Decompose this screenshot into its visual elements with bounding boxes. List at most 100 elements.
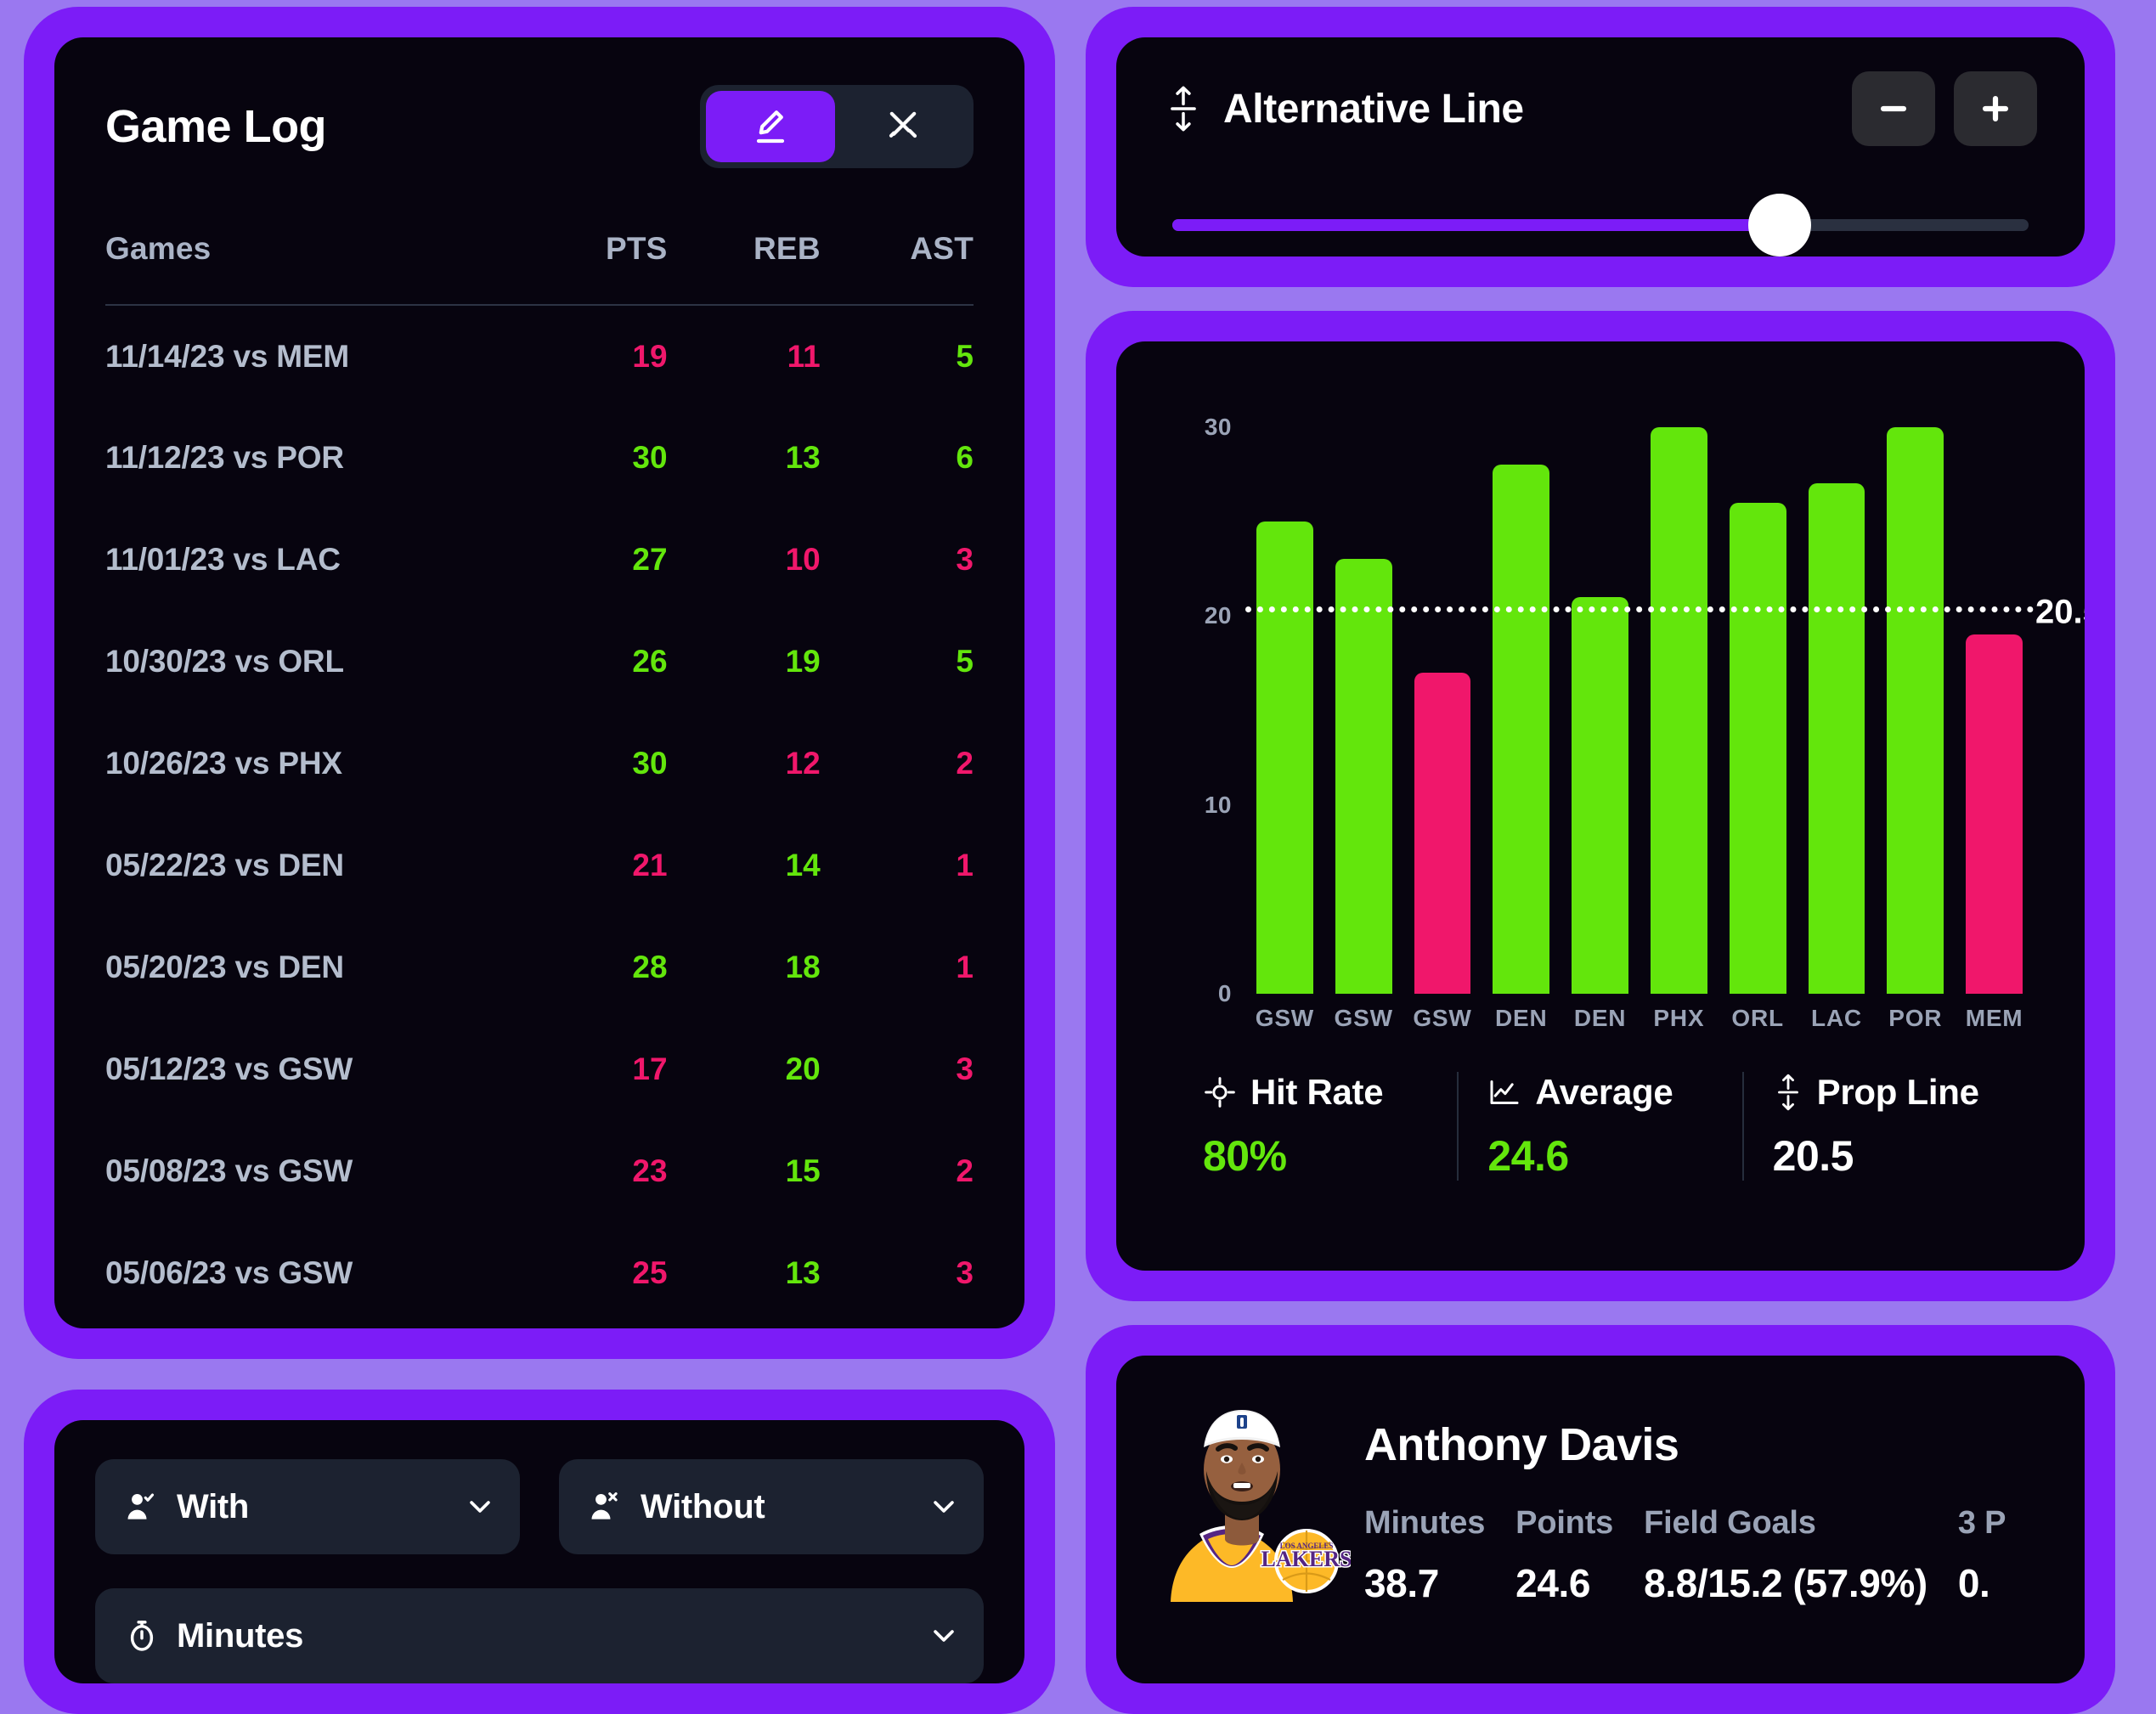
cell-pts: 17 — [632, 1052, 668, 1086]
player-name: Anthony Davis — [1364, 1419, 1679, 1470]
col-header-games: Games — [105, 231, 212, 266]
cell-pts: 28 — [632, 950, 668, 984]
bar-slot[interactable] — [1324, 389, 1403, 994]
svg-text:LAKERS: LAKERS — [1261, 1547, 1351, 1571]
cell-game: 11/01/23 vs LAC — [105, 542, 341, 577]
alternative-line-slider[interactable] — [1164, 194, 2037, 257]
player-stat: 3 P 0. — [1958, 1505, 2006, 1606]
game-log-inner: Game Log Games PTS REB AST 11/14/23 vs M… — [54, 37, 1024, 1328]
stat-prop-line-label: Prop Line — [1816, 1072, 1979, 1112]
cell-pts: 23 — [632, 1153, 668, 1188]
alternative-line-stepper — [1852, 71, 2037, 146]
chart-bar[interactable] — [1493, 465, 1550, 994]
y-axis: 0 10 20 30 — [1169, 389, 1242, 1007]
x-axis-labels: GSW GSW GSW DEN DEN PHX ORL LAC POR MEM — [1245, 994, 2034, 1043]
cell-ast: 2 — [956, 746, 974, 781]
cell-ast: 5 — [956, 338, 974, 374]
table-row[interactable]: 10/26/23 vs PHX 30 12 2 — [105, 713, 974, 815]
stat-prop-line: Prop Line 20.5 — [1741, 1072, 2027, 1181]
cell-ast: 6 — [956, 440, 974, 475]
chart-bar[interactable] — [1572, 596, 1628, 994]
game-log-mode-toggle[interactable] — [700, 85, 974, 168]
bar-slot[interactable] — [1955, 389, 2034, 994]
x-axis-tick: ORL — [1731, 1005, 1784, 1031]
player-stat-label: Minutes — [1364, 1505, 1486, 1541]
alternative-line-title: Alternative Line — [1223, 86, 1524, 132]
table-row[interactable]: 05/06/23 vs GSW 25 13 3 — [105, 1222, 974, 1324]
highlight-mode-button[interactable] — [706, 91, 835, 162]
x-axis-tick: DEN — [1495, 1005, 1548, 1031]
decrease-line-button[interactable] — [1852, 71, 1935, 146]
stat-hit-rate-head: Hit Rate — [1203, 1072, 1428, 1113]
cell-ast: 1 — [956, 848, 974, 882]
col-header-reb: REB — [753, 231, 821, 266]
game-log-table: Games PTS REB AST 11/14/23 vs MEM 19 11 5 11… — [105, 231, 974, 1324]
cell-pts: 21 — [632, 848, 668, 882]
chart-bar[interactable] — [1966, 634, 2023, 994]
bar-slot[interactable] — [1640, 389, 1719, 994]
filter-with-dropdown[interactable]: With — [95, 1459, 520, 1554]
chart-bar[interactable] — [1335, 559, 1392, 994]
table-row[interactable]: 11/01/23 vs LAC 27 10 3 — [105, 509, 974, 611]
clear-mode-button[interactable] — [838, 91, 968, 162]
chart-inner: 0 10 20 30 20.5 GSW GSW GSW DEN DEN PHX ORL LAC POR… — [1116, 341, 2085, 1271]
table-row[interactable]: 10/30/23 vs ORL 26 19 5 — [105, 611, 974, 713]
player-stat-value: 24.6 — [1515, 1561, 1591, 1605]
svg-text:LOS ANGELES: LOS ANGELES — [1280, 1542, 1334, 1550]
increase-line-button[interactable] — [1954, 71, 2037, 146]
table-row[interactable]: 11/12/23 vs POR 30 13 6 — [105, 407, 974, 509]
chart-bar[interactable] — [1650, 426, 1707, 994]
cell-reb: 12 — [785, 746, 821, 781]
filter-minutes-dropdown[interactable]: Minutes — [95, 1588, 984, 1683]
chevron-down-icon — [466, 1492, 494, 1521]
cell-game: 05/06/23 vs GSW — [105, 1255, 353, 1290]
bar-slot[interactable] — [1719, 389, 1798, 994]
table-row[interactable]: 05/08/23 vs GSW 23 15 2 — [105, 1120, 974, 1222]
table-row[interactable]: 05/22/23 vs DEN 21 14 1 — [105, 815, 974, 916]
right-column: Alternative Line 0 10 20 30 20. GSW GSW … — [1079, 0, 2156, 1714]
bar-slot[interactable] — [1245, 389, 1324, 994]
player-stat: Minutes 38.7 — [1364, 1505, 1485, 1606]
bar-slot[interactable] — [1798, 389, 1877, 994]
table-row[interactable]: 05/12/23 vs GSW 17 20 3 — [105, 1018, 974, 1120]
y-axis-tick: 30 — [1204, 413, 1232, 440]
chart-bar[interactable] — [1887, 426, 1944, 994]
target-icon — [1203, 1075, 1237, 1109]
chart-bar[interactable] — [1414, 672, 1471, 994]
y-axis-tick: 20 — [1204, 602, 1232, 629]
bar-slot[interactable] — [1876, 389, 1955, 994]
slider-thumb[interactable] — [1748, 194, 1812, 257]
game-log-thead: Games PTS REB AST — [105, 231, 974, 305]
plus-icon — [1977, 90, 2014, 127]
table-row[interactable]: 05/20/23 vs DEN 28 18 1 — [105, 916, 974, 1018]
cell-ast: 5 — [956, 644, 974, 679]
cell-pts: 25 — [632, 1255, 668, 1290]
game-log-header: Game Log — [105, 85, 974, 168]
prop-line: 20.5 — [1245, 593, 2085, 630]
chart-bar[interactable] — [1729, 502, 1786, 994]
chart-bar[interactable] — [1808, 483, 1865, 994]
line-chart-icon — [1487, 1075, 1521, 1109]
stat-average: Average 24.6 — [1457, 1072, 1741, 1181]
chart-bar[interactable] — [1256, 521, 1313, 994]
player-stat-value: 38.7 — [1364, 1561, 1439, 1605]
x-axis-tick: GSW — [1413, 1005, 1472, 1031]
x-axis-tick: PHX — [1653, 1005, 1705, 1031]
alternative-line-inner: Alternative Line — [1116, 37, 2085, 257]
chevron-down-icon — [929, 1492, 958, 1521]
cell-ast: 3 — [956, 1255, 974, 1290]
filters-row-bottom: Minutes — [95, 1588, 984, 1683]
bar-slot[interactable] — [1482, 389, 1561, 994]
chart-stats-row: Hit Rate 80% Average 24.6 Prop Line 20.5 — [1174, 1072, 2027, 1181]
stat-hit-rate-label: Hit Rate — [1250, 1072, 1384, 1112]
filters-row-top: With Without — [95, 1459, 984, 1554]
bar-slot[interactable] — [1561, 389, 1640, 994]
game-log-header-row: Games PTS REB AST — [105, 231, 974, 305]
cell-pts: 30 — [632, 746, 668, 781]
table-row[interactable]: 11/14/23 vs MEM 19 11 5 — [105, 305, 974, 407]
player-inner: LAKERS LOS ANGELES Anthony Davis Minutes… — [1116, 1356, 2085, 1683]
bar-slot[interactable] — [1403, 389, 1482, 994]
bar-chart: 0 10 20 30 20.5 GSW GSW GSW DEN DEN PHX ORL LAC POR… — [1169, 389, 2085, 1043]
filter-without-dropdown[interactable]: Without — [559, 1459, 984, 1554]
player-stat-label: Points — [1515, 1505, 1614, 1541]
